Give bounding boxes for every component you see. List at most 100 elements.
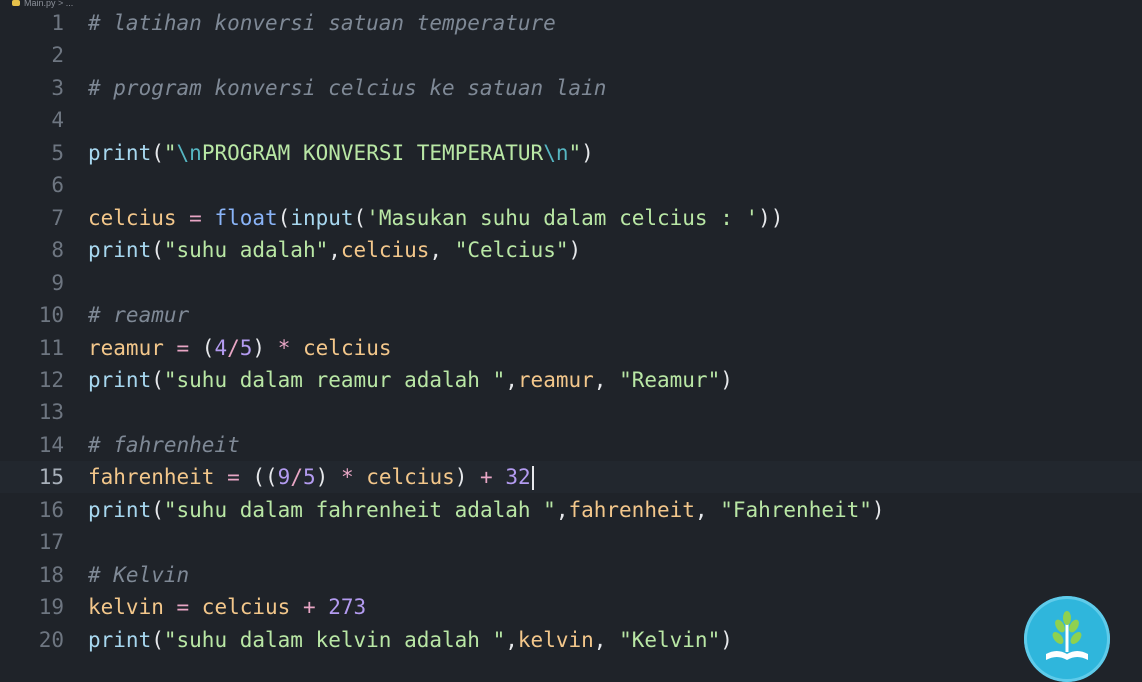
code-text[interactable]: print("suhu adalah",celcius, "Celcius") <box>88 234 581 266</box>
line-number: 8 <box>51 238 64 263</box>
token-comment: # program konversi celcius ke satuan lai… <box>88 75 607 100</box>
line-number: 5 <box>51 140 64 165</box>
token-comment: # fahrenheit <box>88 432 240 457</box>
token-punct: , <box>694 497 721 522</box>
code-line[interactable]: 3 # program konversi celcius ke satuan la… <box>0 72 1142 104</box>
token-str: "Celcius" <box>454 238 569 263</box>
line-number: 3 <box>51 75 64 100</box>
code-line[interactable]: 4 <box>0 104 1142 136</box>
token-num: 32 <box>505 465 531 490</box>
token-str: "Reamur" <box>619 367 721 392</box>
code-line[interactable]: 17 <box>0 526 1142 558</box>
token-str: " <box>163 140 177 165</box>
token-var: reamur <box>517 367 594 392</box>
token-str: " <box>568 140 582 165</box>
code-text[interactable]: print("suhu dalam kelvin adalah ",kelvin… <box>88 624 733 656</box>
code-text[interactable]: kelvin = celcius + 273 <box>88 591 366 623</box>
line-number: 13 <box>38 400 64 425</box>
code-text[interactable]: # program konversi celcius ke satuan lai… <box>88 72 606 104</box>
token-punct: ( <box>151 497 164 522</box>
token-str: "suhu dalam kelvin adalah " <box>163 627 506 652</box>
token-str: PROGRAM KONVERSI TEMPERATUR <box>201 140 544 165</box>
line-number: 2 <box>51 43 64 68</box>
token-punct: , <box>505 627 518 652</box>
token-var: celcius <box>366 465 455 490</box>
token-builtin: float <box>214 205 278 230</box>
token-var: kelvin <box>88 595 164 620</box>
token-punct: ( <box>201 335 215 360</box>
token-esc: \n <box>176 140 202 165</box>
code-text[interactable]: print("suhu dalam reamur adalah ",reamur… <box>88 364 733 396</box>
token-num: 4 <box>214 335 228 360</box>
token-comment: # reamur <box>88 303 190 328</box>
code-line[interactable]: 7 celcius = float(input('Masukan suhu dal… <box>0 202 1142 234</box>
token-func: print <box>88 497 152 522</box>
code-text[interactable]: celcius = float(input('Masukan suhu dala… <box>88 202 783 234</box>
line-number: 6 <box>51 173 64 198</box>
code-line[interactable]: 16 print("suhu dalam fahrenheit adalah ",… <box>0 494 1142 526</box>
code-line[interactable]: 13 <box>0 396 1142 428</box>
token-punct: ( <box>151 140 164 165</box>
token-var: reamur <box>88 335 164 360</box>
token-punct: , <box>505 367 518 392</box>
code-line[interactable]: 11 reamur = (4/5) * celcius <box>0 332 1142 364</box>
code-line[interactable]: 18 # Kelvin <box>0 559 1142 591</box>
token-var: kelvin <box>517 627 594 652</box>
token-op: + <box>467 465 506 490</box>
line-number: 7 <box>51 205 64 230</box>
token-num: 5 <box>239 335 253 360</box>
token-op: / <box>290 465 303 490</box>
code-line[interactable]: 1 # latihan konversi satuan temperature <box>0 7 1142 39</box>
token-num: 5 <box>302 465 316 490</box>
plant-book-icon <box>1046 611 1088 660</box>
code-line[interactable]: 5 print("\nPROGRAM KONVERSI TEMPERATUR\n"… <box>0 137 1142 169</box>
token-str: 'Masukan suhu dalam celcius : ' <box>366 205 759 230</box>
token-var: celcius <box>340 238 430 263</box>
token-var: celcius <box>201 595 291 620</box>
code-text[interactable]: # reamur <box>88 299 189 331</box>
token-punct: ) <box>252 335 266 360</box>
token-str: "suhu dalam fahrenheit adalah " <box>163 497 556 522</box>
line-number: 20 <box>38 627 64 652</box>
token-punct: (( <box>252 465 278 490</box>
code-line[interactable]: 6 <box>0 169 1142 201</box>
code-text[interactable]: # latihan konversi satuan temperature <box>88 7 556 39</box>
token-punct: )) <box>758 205 784 230</box>
code-text[interactable]: fahrenheit = ((9/5) * celcius) + 32 <box>88 461 534 493</box>
token-op: = <box>163 595 202 620</box>
code-text[interactable]: print("\nPROGRAM KONVERSI TEMPERATUR\n") <box>88 137 594 169</box>
code-text[interactable]: # Kelvin <box>88 559 189 591</box>
token-num: 9 <box>277 465 291 490</box>
token-punct: ( <box>151 238 164 263</box>
token-num: 273 <box>328 595 367 620</box>
token-op: * <box>328 465 367 490</box>
token-punct: ) <box>720 367 733 392</box>
token-punct: , <box>555 497 569 522</box>
code-text[interactable]: reamur = (4/5) * celcius <box>88 332 392 364</box>
code-editor[interactable]: 1 # latihan konversi satuan temperature 2 3… <box>0 7 1142 682</box>
token-punct: , <box>593 627 620 652</box>
channel-logo <box>1024 596 1110 682</box>
token-str: "Fahrenheit" <box>720 497 872 522</box>
token-var: celcius <box>303 335 392 360</box>
code-line[interactable]: 12 print("suhu dalam reamur adalah ",ream… <box>0 364 1142 396</box>
code-line[interactable]: 15 fahrenheit = ((9/5) * celcius) + 32 <box>0 461 1142 494</box>
token-punct: , <box>429 238 455 263</box>
code-text[interactable]: # fahrenheit <box>88 429 240 461</box>
code-line[interactable]: 8 print("suhu adalah",celcius, "Celcius") <box>0 234 1142 266</box>
token-var: fahrenheit <box>88 465 215 490</box>
token-func: input <box>290 205 354 230</box>
code-line[interactable]: 19 kelvin = celcius + 273 <box>0 591 1142 623</box>
code-line[interactable]: 10 # reamur <box>0 299 1142 331</box>
token-punct: ) <box>720 627 733 652</box>
code-line[interactable]: 2 <box>0 39 1142 71</box>
token-comment: # latihan konversi satuan temperature <box>88 11 556 35</box>
token-punct: ) <box>871 497 885 522</box>
token-punct: , <box>593 367 620 392</box>
code-line[interactable]: 14 # fahrenheit <box>0 429 1142 461</box>
code-line[interactable]: 20 print("suhu dalam kelvin adalah ",kelv… <box>0 624 1142 656</box>
line-number: 4 <box>51 108 64 133</box>
code-text[interactable]: print("suhu dalam fahrenheit adalah ",fa… <box>88 494 885 526</box>
token-func: print <box>88 238 152 263</box>
code-line[interactable]: 9 <box>0 267 1142 299</box>
